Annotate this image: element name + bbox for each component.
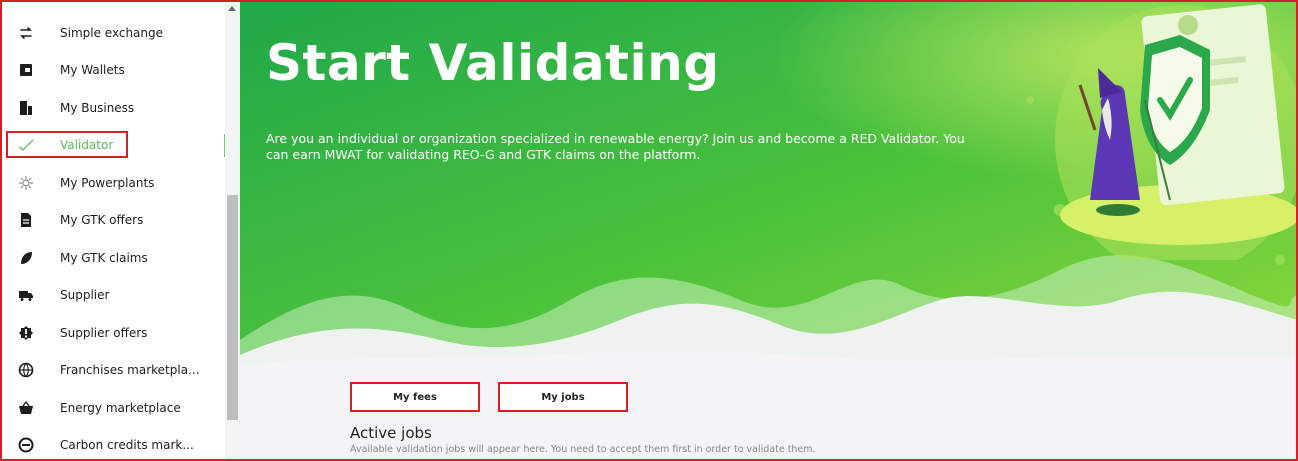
sidebar-nav: Simple exchange My Wallets My Business V… [0,14,227,461]
active-jobs-subtitle: Available validation jobs will appear he… [350,444,816,455]
hero-banner: Start Validating Are you an individual o… [240,0,1298,370]
badge-icon [16,323,36,343]
document-icon [16,210,36,230]
sidebar-item-label: My GTK claims [60,250,148,265]
sidebar: Simple exchange My Wallets My Business V… [0,0,240,461]
sidebar-scrollbar[interactable] [225,0,240,461]
sidebar-item-energy-marketplace[interactable]: Energy marketplace [0,389,225,427]
building-icon [16,98,36,118]
sidebar-item-supplier[interactable]: Supplier [0,277,225,315]
sidebar-item-label: My GTK offers [60,213,144,228]
sidebar-item-carbon-credits-marketplace[interactable]: Carbon credits mark... [0,427,225,461]
sidebar-item-label: Carbon credits mark... [60,438,194,453]
sidebar-item-label: My Powerplants [60,175,155,190]
sidebar-item-simple-exchange[interactable]: Simple exchange [0,14,225,52]
sidebar-item-supplier-offers[interactable]: Supplier offers [0,314,225,352]
sidebar-item-label: Franchises marketpla... [60,363,200,378]
page-title: Start Validating [266,34,720,92]
scroll-up-arrow-icon[interactable] [228,6,236,11]
validator-wizard-illustration [1055,4,1298,260]
wallet-icon [16,60,36,80]
leaf-icon [16,248,36,268]
sidebar-item-franchises-marketplace[interactable]: Franchises marketpla... [0,352,225,390]
sidebar-item-label: My Wallets [60,63,125,78]
main-content: Start Validating Are you an individual o… [240,0,1298,461]
scrollbar-thumb[interactable] [227,195,238,420]
basket-icon [16,398,36,418]
my-fees-button[interactable]: My fees [350,382,480,412]
my-jobs-button[interactable]: My jobs [498,382,628,412]
sidebar-item-label: Supplier offers [60,325,148,340]
validator-highlight-box [6,131,128,158]
sidebar-item-my-business[interactable]: My Business [0,89,225,127]
sidebar-item-label: Supplier [60,288,110,303]
sidebar-item-my-powerplants[interactable]: My Powerplants [0,164,225,202]
sidebar-item-my-wallets[interactable]: My Wallets [0,52,225,90]
truck-icon [16,285,36,305]
sidebar-item-label: Energy marketplace [60,400,181,415]
sun-icon [16,173,36,193]
sidebar-item-my-gtk-claims[interactable]: My GTK claims [0,239,225,277]
globe-icon [16,360,36,380]
carbon-icon [16,435,36,455]
sidebar-item-label: Simple exchange [60,25,164,40]
sidebar-item-my-gtk-offers[interactable]: My GTK offers [0,202,225,240]
hero-description: Are you an individual or organization sp… [266,131,965,162]
sidebar-item-label: My Business [60,100,135,115]
active-jobs-title: Active jobs [350,424,432,442]
exchange-icon [16,23,36,43]
